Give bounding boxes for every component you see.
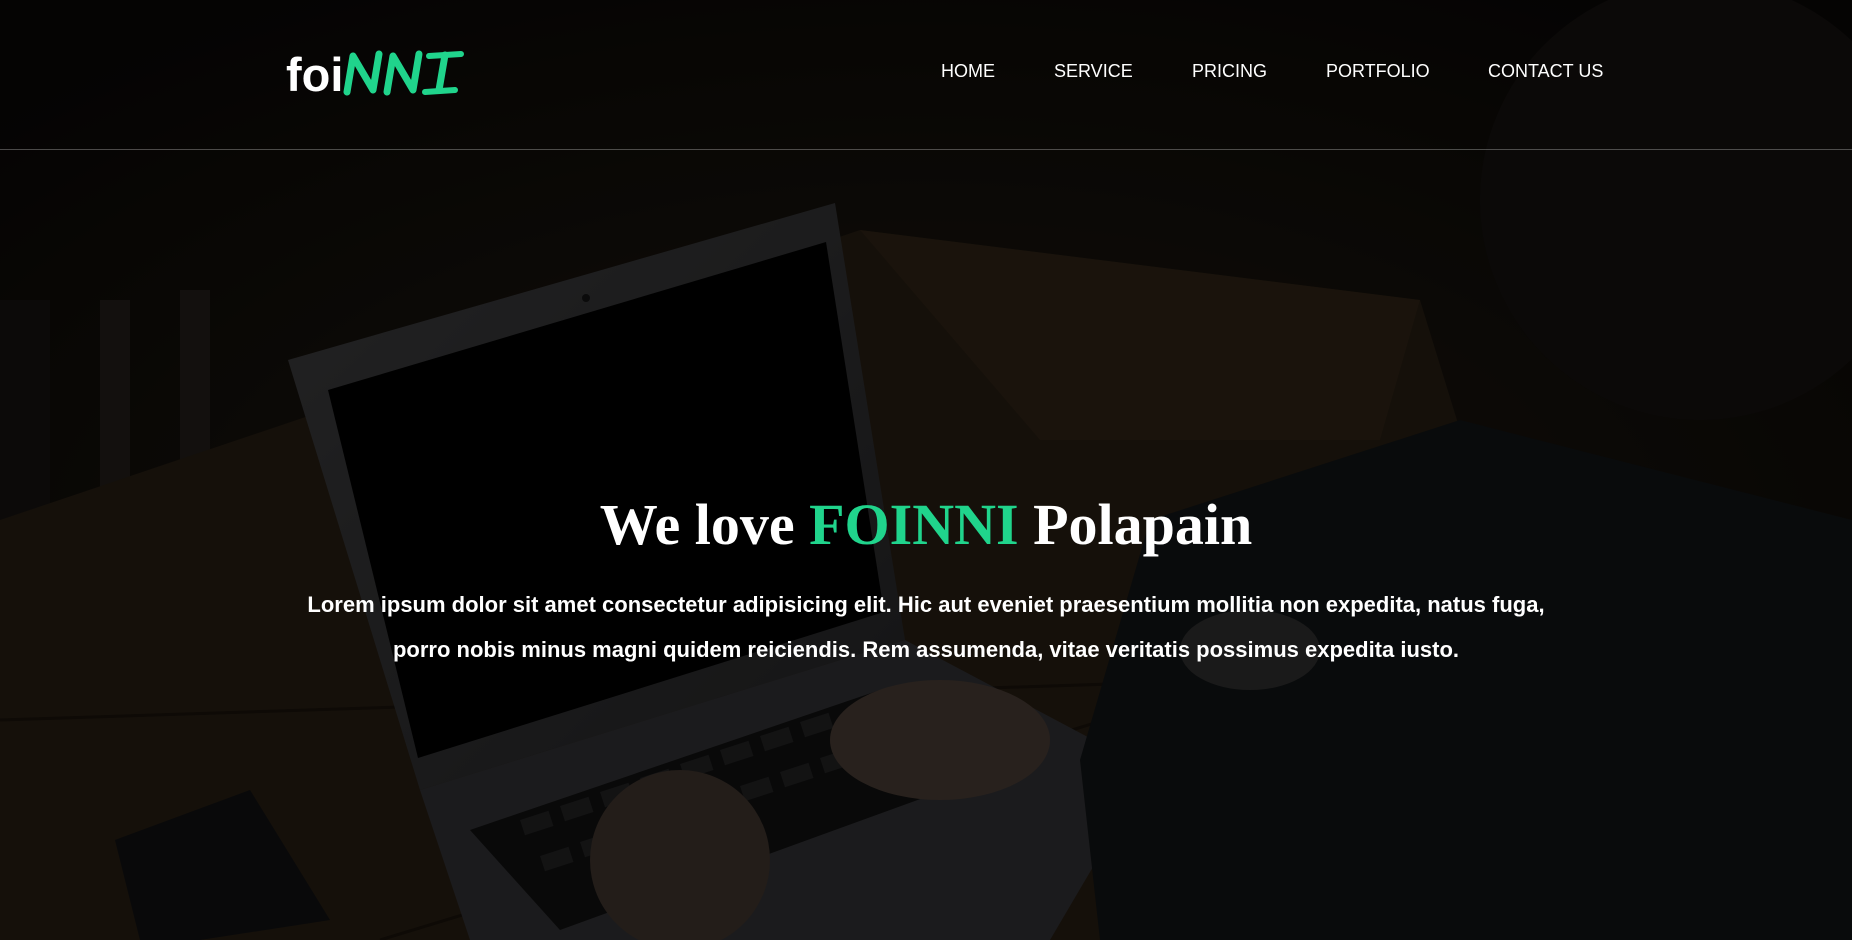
nav-contact-us[interactable]: CONTACT US [1488,56,1603,86]
hero-headline: We love FOINNI Polapain [0,489,1852,561]
brand-logo-script [343,50,465,96]
navbar: foi HOME SERVICE PRICING PORTFOLIO CONTA… [0,0,1852,150]
headline-brand: FOINNI [809,491,1019,557]
headline-tail: Polapain [1033,491,1253,557]
nav-pricing[interactable]: PRICING [1192,56,1267,86]
brand-logo[interactable]: foi [286,44,467,100]
nav-home[interactable]: HOME [941,56,995,86]
nav-service[interactable]: SERVICE [1054,56,1133,86]
brand-logo-text: foi [286,48,344,101]
nav-portfolio[interactable]: PORTFOLIO [1326,56,1430,86]
headline-lead: We love [599,491,795,557]
hero-paragraph: Lorem ipsum dolor sit amet consectetur a… [307,592,1545,662]
hero-section: foi HOME SERVICE PRICING PORTFOLIO CONTA… [0,0,1852,940]
